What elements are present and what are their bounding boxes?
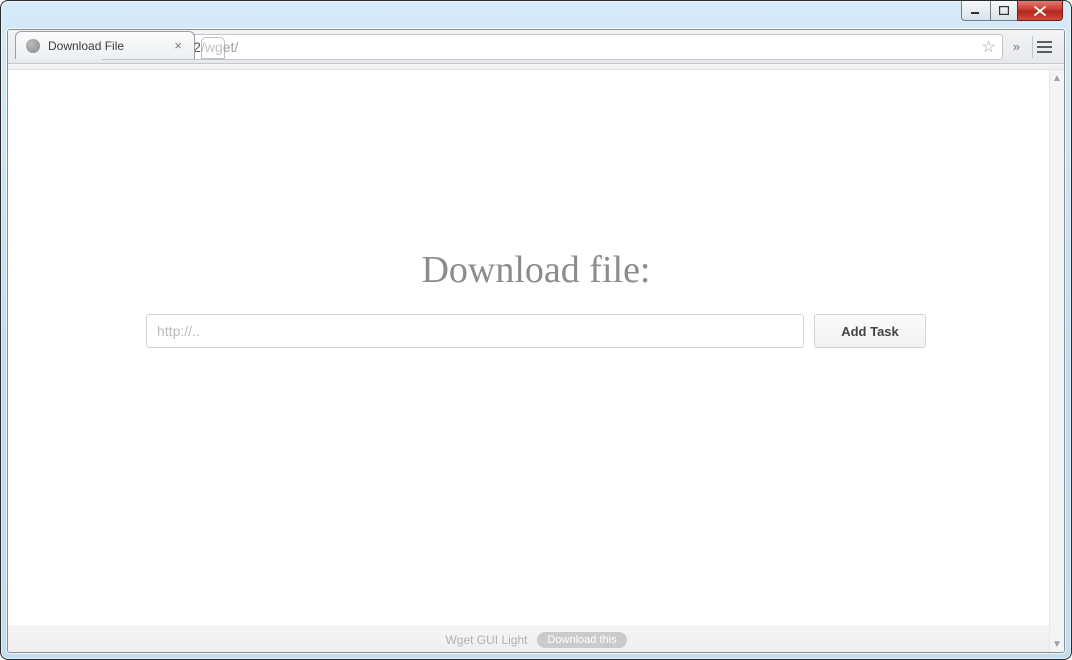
tab-close-button[interactable]: ×: [172, 37, 184, 54]
page-viewport: Download file: Add Task Wget GUI Light D…: [8, 70, 1064, 652]
tab-strip: Download File ×: [15, 29, 225, 59]
maximize-button[interactable]: [990, 1, 1018, 21]
scroll-up-icon[interactable]: ▲: [1050, 70, 1064, 86]
scroll-down-icon[interactable]: ▼: [1050, 636, 1064, 652]
page-content: Download file: Add Task: [8, 29, 1064, 576]
url-input[interactable]: [146, 314, 804, 348]
window-caption-buttons: [962, 1, 1063, 21]
new-tab-button[interactable]: [201, 37, 225, 59]
add-task-button[interactable]: Add Task: [814, 314, 926, 348]
favicon-icon: [26, 39, 40, 53]
os-window: Download File × 192.168.1.2/wget/ ☆: [0, 0, 1072, 660]
page-footer: Wget GUI Light Download this: [8, 626, 1064, 652]
footer-download-link[interactable]: Download this: [537, 632, 626, 648]
page-heading: Download file:: [421, 248, 650, 292]
minimize-button[interactable]: [961, 1, 991, 21]
tab-title: Download File: [48, 39, 124, 53]
vertical-scrollbar[interactable]: ▲ ▼: [1049, 70, 1064, 652]
close-button[interactable]: [1017, 1, 1063, 21]
browser-tab[interactable]: Download File ×: [15, 31, 195, 59]
browser-chrome: 192.168.1.2/wget/ ☆ » Download file: Add…: [7, 29, 1065, 653]
download-form: Add Task: [146, 314, 926, 348]
footer-app-name: Wget GUI Light: [445, 633, 527, 647]
